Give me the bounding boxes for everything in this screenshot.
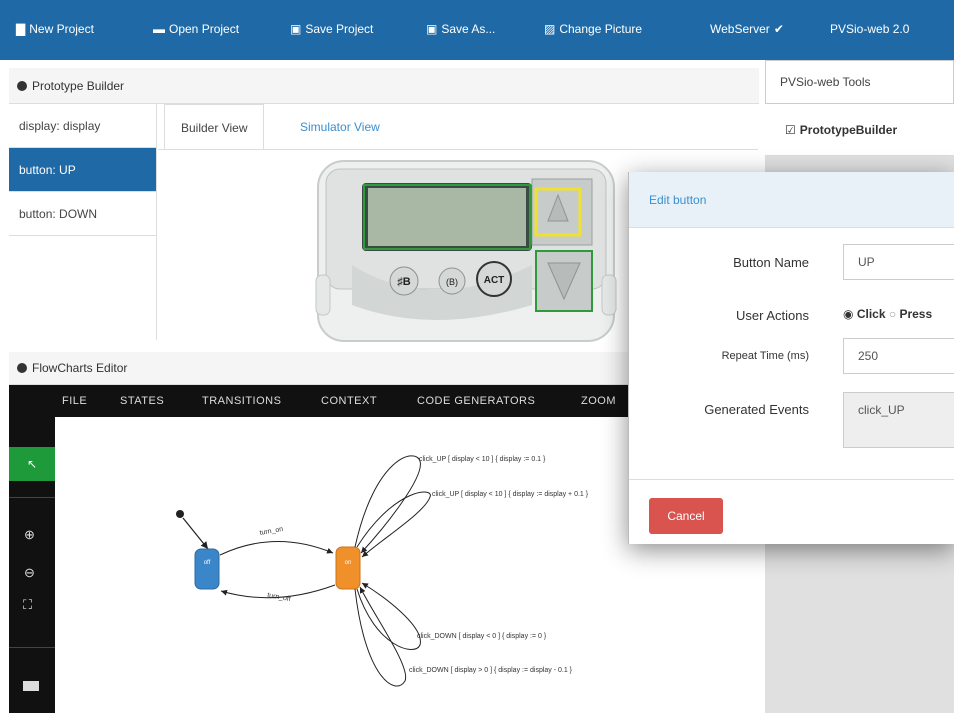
transition-up-2[interactable] xyxy=(356,491,431,558)
prototype-builder-plugin[interactable]: ☑ PrototypeBuilder xyxy=(765,104,954,156)
open-project-button[interactable]: ▬ Open Project xyxy=(153,22,239,36)
widget-item-button-up[interactable]: button: UP xyxy=(9,148,156,192)
transition-down-1[interactable] xyxy=(356,582,421,650)
transition-up-2-label: click_UP [ display < 10 ] { display := d… xyxy=(432,491,589,498)
change-picture-button[interactable]: ▨ Change Picture xyxy=(544,22,642,36)
transition-turn-on[interactable] xyxy=(219,541,334,556)
dialog-title: Edit button xyxy=(629,172,954,228)
menu-code-generators[interactable]: CODE GENERATORS xyxy=(417,395,535,407)
save-project-button[interactable]: ▣ Save Project xyxy=(290,22,373,36)
prototype-builder-header[interactable]: Prototype Builder xyxy=(9,68,759,104)
collapse-icon[interactable] xyxy=(17,80,27,91)
button-name-input[interactable]: UP xyxy=(843,244,954,280)
user-actions-options: ◉ Click ○ Press xyxy=(843,307,933,321)
picture-icon: ▨ xyxy=(544,22,556,36)
edit-button-dialog: Edit button Button Name UP User Actions … xyxy=(628,172,954,544)
transition-down-2[interactable] xyxy=(354,586,407,687)
zoom-out-icon[interactable]: ⊖ xyxy=(24,565,35,581)
transition-down-2-label: click_DOWN [ display > 0 ] { display := … xyxy=(409,667,573,674)
version-label: PVSio-web 2.0 xyxy=(830,22,910,36)
generated-events-field: click_UP xyxy=(843,392,954,448)
widget-item-button-down[interactable]: button: DOWN xyxy=(9,192,156,236)
save-icon: ▣ xyxy=(426,22,438,36)
check-icon: ✔ xyxy=(773,22,784,36)
new-project-button[interactable]: ▇ New Project xyxy=(16,22,94,36)
checkbox-icon[interactable]: ☑ xyxy=(785,123,796,137)
fit-screen-icon[interactable]: ⛶ xyxy=(23,597,32,613)
user-actions-label: User Actions xyxy=(736,308,809,323)
folder-icon: ▬ xyxy=(153,22,165,36)
state-off[interactable] xyxy=(194,548,220,590)
initial-state-marker xyxy=(176,510,184,518)
menu-zoom[interactable]: ZOOM xyxy=(581,395,616,407)
tools-panel-title: PVSio-web Tools xyxy=(765,60,954,104)
toolstrip-divider xyxy=(9,497,55,498)
tab-simulator-view[interactable]: Simulator View xyxy=(284,104,396,150)
menu-transitions[interactable]: TRANSITIONS xyxy=(202,395,281,407)
toolstrip-divider xyxy=(9,647,55,648)
file-icon: ▇ xyxy=(16,22,26,36)
builder-tabs: Builder View Simulator View xyxy=(158,104,758,150)
state-off-label: off xyxy=(204,560,211,566)
collapse-icon[interactable] xyxy=(17,363,27,373)
state-tool-icon[interactable] xyxy=(23,681,39,691)
tab-builder-view[interactable]: Builder View xyxy=(164,104,265,150)
transition-down-1-label: click_DOWN [ display < 0 ] { display := … xyxy=(417,633,547,640)
widget-list: display: display button: UP button: DOWN xyxy=(9,104,157,340)
device-button-b-label: ♯B xyxy=(397,276,411,288)
device-button-act-label: ACT xyxy=(484,275,505,286)
zoom-in-icon[interactable]: ⊕ xyxy=(24,527,35,543)
top-toolbar: ▇ New Project ▬ Open Project ▣ Save Proj… xyxy=(0,0,954,60)
save-icon: ▣ xyxy=(290,22,302,36)
menu-states[interactable]: STATES xyxy=(120,395,164,407)
dialog-footer-divider xyxy=(629,479,954,480)
device-image: ♯B (B) ACT xyxy=(315,160,617,342)
tab-divider xyxy=(158,149,758,150)
generated-events-label: Generated Events xyxy=(704,402,809,417)
transition-up-1[interactable] xyxy=(354,455,421,554)
device-button-circle-label: (B) xyxy=(446,277,458,287)
transition-turn-off-label: turn_off xyxy=(267,592,292,603)
save-as-button[interactable]: ▣ Save As... xyxy=(426,22,495,36)
transition-up-1-label: click_UP [ display < 10 ] { display := 0… xyxy=(419,456,546,463)
repeat-time-label: Repeat Time (ms) xyxy=(721,350,809,362)
menu-file[interactable]: FILE xyxy=(62,395,87,407)
select-tool-icon[interactable]: ↖ xyxy=(9,447,55,481)
initial-transition xyxy=(182,517,209,550)
widget-item-display[interactable]: display: display xyxy=(9,104,156,148)
press-radio[interactable]: ○ xyxy=(889,307,896,321)
button-name-label: Button Name xyxy=(733,255,809,270)
state-on[interactable] xyxy=(335,546,361,590)
cancel-button[interactable]: Cancel xyxy=(649,498,723,534)
webserver-status[interactable]: WebServer ✔ xyxy=(710,22,784,36)
display-widget[interactable] xyxy=(368,188,526,246)
menu-context[interactable]: CONTEXT xyxy=(321,395,377,407)
repeat-time-input[interactable]: 250 xyxy=(843,338,954,374)
transition-turn-on-label: turn_on xyxy=(259,526,284,537)
state-on-label: on xyxy=(345,560,352,566)
click-radio[interactable]: ◉ xyxy=(843,307,853,321)
flowcharts-toolstrip: ↖ ⊕ ⊖ ⛶ xyxy=(9,417,55,713)
